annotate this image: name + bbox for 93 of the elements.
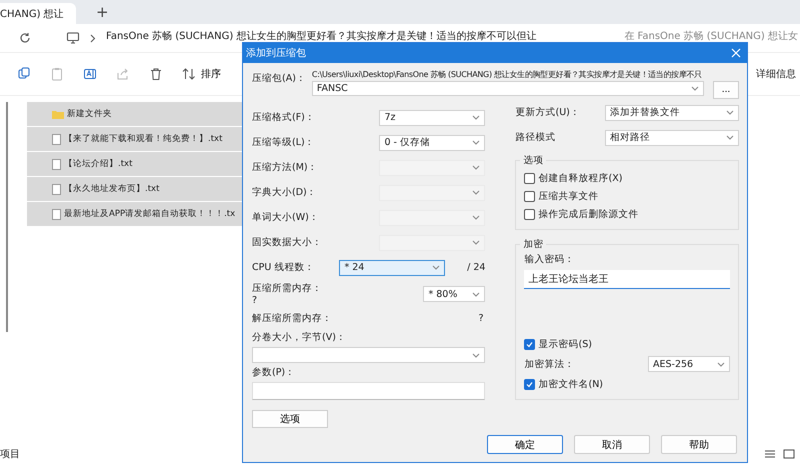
field-label: 压缩包(A)： (252, 72, 306, 86)
group-title: 加密 (520, 238, 546, 251)
thread-total: / 24 (466, 262, 486, 273)
chevron-icon (691, 86, 699, 91)
checkbox[interactable] (524, 190, 536, 202)
folder-icon (52, 110, 64, 118)
dropdown[interactable]: * 24 (339, 260, 446, 276)
chevron-icon (472, 240, 480, 245)
field-label: 路径模式 (515, 131, 556, 144)
chevron-icon (472, 292, 480, 296)
dropdown[interactable]: * 80% (423, 286, 486, 302)
checkbox-label: 压缩共享文件 (538, 190, 598, 202)
copy-icon[interactable] (17, 67, 31, 81)
search-field[interactable]: 在 FansOne 苏畅 (SUCHANG) 想让女 (624, 29, 800, 43)
field-label: 加密算法： (524, 358, 576, 370)
chevron-right-icon (90, 34, 96, 42)
field-label: 压缩所需内存： (252, 282, 323, 295)
address-path[interactable]: FansOne 苏畅 (SUCHANG) 想让女生的胸型更好看？其实按摩才是关键！适当的按摩不可以但让 (106, 29, 536, 43)
group-title: 选项 (520, 154, 546, 167)
dialog-title: 添加到压缩包 (246, 46, 307, 60)
sort-button[interactable]: 排序 (182, 67, 221, 81)
browse-button[interactable]: ... (713, 81, 739, 99)
checkbox[interactable] (524, 208, 536, 220)
field-label: 压缩方法(M)： (252, 161, 319, 174)
archive-path: C:\Users\liuxi\Desktop\FansOne 苏畅 (SUCHANG) 想让女生的胸型更好看？其实按摩才是关键！适当的按摩不只 (312, 69, 703, 80)
field-label: 参数(P)： (252, 366, 296, 379)
chevron-icon (472, 352, 480, 358)
checkbox-label: 加密文件名(N) (538, 378, 604, 390)
field-label: 压缩格式(F)： (252, 111, 316, 124)
sort-icon (182, 68, 196, 80)
checkbox[interactable] (524, 338, 536, 350)
file-name: 新建文件夹 (67, 108, 112, 120)
file-name: 【永久地址发布页】.txt (64, 183, 160, 195)
document-icon (52, 208, 61, 220)
field-label: 单词大小(W)： (252, 211, 320, 224)
chevron-icon (472, 115, 480, 120)
dialog-button[interactable]: 取消 (574, 435, 650, 454)
dialog-button[interactable]: 确定 (487, 435, 563, 454)
chevron-icon (717, 362, 725, 366)
dropdown[interactable]: 添加并替换文件 (605, 104, 739, 120)
browser-tab[interactable]: CHANG) 想让 (0, 3, 76, 24)
field-label: 解压缩所需内存： (252, 312, 332, 324)
dialog-button[interactable]: 帮助 (661, 435, 737, 454)
document-icon (52, 158, 61, 170)
archive-name-field[interactable]: FANSC (312, 81, 704, 96)
memory-value: ? (478, 312, 484, 324)
field-label: 固实数据大小： (252, 236, 323, 249)
file-name: 【来了就能下载和观看！纯免费！】.txt (64, 133, 222, 145)
field-label: 字典大小(D)： (252, 186, 318, 199)
field-label: 压缩等级(L)： (252, 136, 316, 149)
checkbox-label: 显示密码(S) (538, 338, 592, 350)
input-field[interactable] (252, 382, 486, 400)
checkbox[interactable] (524, 378, 536, 390)
dropdown[interactable]: 7z (379, 110, 486, 126)
file-row[interactable]: 【来了就能下载和观看！纯免费！】.txt (27, 127, 242, 151)
rename-icon[interactable] (83, 67, 97, 81)
chevron-icon (472, 165, 480, 170)
field-label: 分卷大小，字节(V)： (252, 331, 347, 344)
checkbox-label: 操作完成后删除源文件 (538, 208, 638, 220)
chevron-icon (432, 265, 440, 270)
file-row[interactable]: 【永久地址发布页】.txt (27, 177, 242, 201)
monitor-icon[interactable] (66, 31, 80, 45)
details-button[interactable]: 详细信息 (756, 67, 800, 81)
status-text: 项目 (0, 448, 20, 461)
file-row[interactable]: 【论坛介绍】.txt (27, 152, 242, 176)
file-name: 最新地址及APP请发邮箱自动获取！！！.tx (64, 208, 236, 220)
document-icon (52, 184, 61, 194)
scrollbar[interactable] (6, 102, 8, 332)
chevron-icon (472, 190, 480, 195)
document-icon (52, 134, 61, 144)
dropdown[interactable]: 相对路径 (605, 130, 739, 146)
dropdown[interactable]: AES-256 (648, 356, 730, 372)
options-button[interactable]: 选项 (252, 410, 328, 428)
chevron-icon (726, 135, 734, 140)
tile-view-icon[interactable] (782, 447, 796, 461)
refresh-icon[interactable] (18, 31, 32, 45)
file-name: 【论坛介绍】.txt (64, 158, 132, 170)
trash-icon[interactable] (149, 67, 163, 81)
chevron-icon (472, 140, 480, 145)
password-field[interactable]: 上老王论坛当老王 (524, 270, 730, 289)
checkbox-label: 创建自释放程序(X) (538, 172, 622, 184)
file-row[interactable]: 新建文件夹 (27, 102, 242, 126)
close-icon[interactable] (731, 48, 741, 58)
field-label: 输入密码： (524, 254, 574, 265)
chevron-icon (472, 215, 480, 220)
chevron-icon (726, 110, 734, 115)
file-row[interactable]: 最新地址及APP请发邮箱自动获取！！！.tx (27, 202, 242, 226)
checkbox[interactable] (524, 172, 536, 184)
field-label: CPU 线程数： (252, 261, 316, 274)
dropdown[interactable]: 0 - 仅存储 (379, 134, 486, 150)
memory-value: ? (252, 295, 258, 306)
field-label: 更新方式(U)： (515, 106, 581, 119)
new-tab-button[interactable]: + (90, 3, 115, 21)
